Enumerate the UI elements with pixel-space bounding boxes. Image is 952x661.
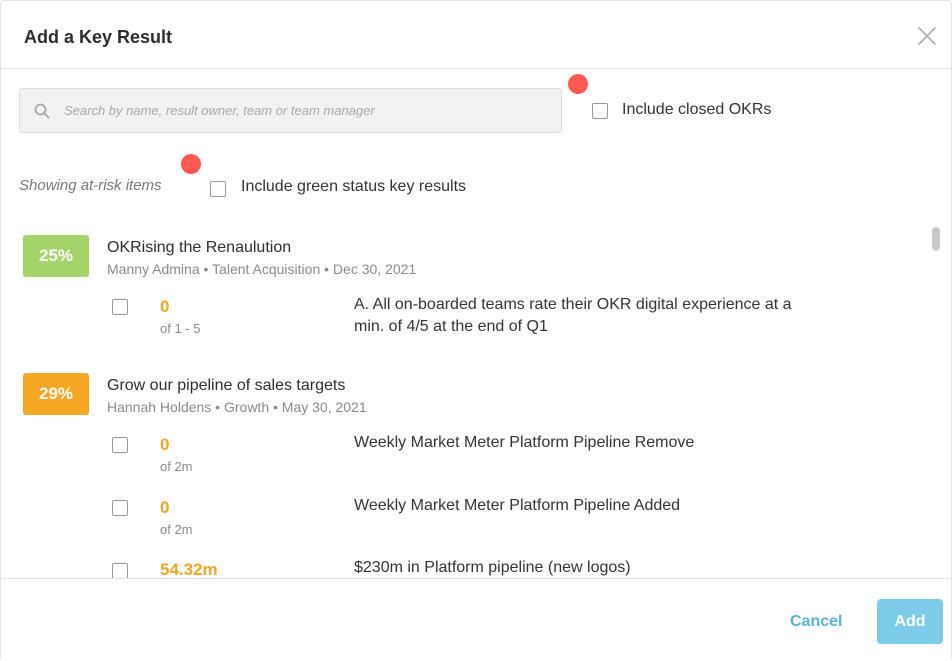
include-green-label: Include green status key results xyxy=(241,178,467,195)
objective-list: 25% OKRising the Renaulution Manny Admin… xyxy=(1,223,951,578)
key-result-name: $230m in Platform pipeline (new logos) xyxy=(354,559,631,576)
key-result-target: of 2m xyxy=(160,522,193,537)
indicator-dot xyxy=(181,154,201,174)
close-icon[interactable] xyxy=(916,25,938,47)
key-result-checkbox[interactable] xyxy=(112,437,128,453)
objective-team: Growth xyxy=(223,399,270,415)
include-closed-okrs-checkbox[interactable] xyxy=(592,103,608,119)
include-closed-okrs-label: Include closed OKRs xyxy=(622,101,772,118)
objective-date: May 30, 2021 xyxy=(281,399,367,415)
objective-owner: Hannah Holdens xyxy=(107,399,212,415)
add-button[interactable]: Add xyxy=(877,599,943,644)
key-result-name: A. All on-boarded teams rate their OKR d… xyxy=(354,296,792,335)
key-result-value: 0 xyxy=(160,498,170,517)
search-icon xyxy=(33,102,51,120)
showing-at-risk-label: Showing at-risk items xyxy=(19,177,162,194)
objective-title: Grow our pipeline of sales targets xyxy=(107,377,346,394)
objective-meta: Manny Admina • Talent Acquisition • Dec … xyxy=(107,261,417,277)
key-result-value: 54.32m xyxy=(160,560,218,578)
objective-date: Dec 30, 2021 xyxy=(332,261,417,277)
dialog-footer: Cancel Add xyxy=(1,578,951,661)
key-result-checkbox[interactable] xyxy=(112,500,128,516)
progress-badge: 25% xyxy=(23,235,89,277)
search-box xyxy=(19,88,562,133)
objective-meta: Hannah Holdens • Growth • May 30, 2021 xyxy=(107,399,367,415)
dialog-header: Add a Key Result xyxy=(1,1,951,69)
objective-title: OKRising the Renaulution xyxy=(107,239,292,256)
add-key-result-dialog: Add a Key Result Include closed OKRs Sho… xyxy=(0,0,952,661)
key-result-name: Weekly Market Meter Platform Pipeline Ad… xyxy=(354,497,681,514)
key-result-target: of 2m xyxy=(160,459,193,474)
objective-owner: Manny Admina xyxy=(107,261,200,277)
key-result-checkbox[interactable] xyxy=(112,299,128,315)
key-result-target: of 1 - 5 xyxy=(160,321,201,336)
scrollbar-track[interactable] xyxy=(928,225,942,577)
cancel-button[interactable]: Cancel xyxy=(790,613,842,631)
key-result-name: Weekly Market Meter Platform Pipeline Re… xyxy=(354,434,695,451)
search-input[interactable] xyxy=(64,89,554,132)
key-result-value: 0 xyxy=(160,435,170,454)
key-result-value: 0 xyxy=(160,297,170,316)
include-green-checkbox[interactable] xyxy=(210,181,226,197)
dialog-title: Add a Key Result xyxy=(24,27,173,47)
key-result-checkbox[interactable] xyxy=(112,563,128,578)
objective-team: Talent Acquisition xyxy=(212,261,321,277)
progress-badge: 29% xyxy=(23,373,89,415)
indicator-dot xyxy=(568,74,588,94)
scrollbar-thumb[interactable] xyxy=(932,227,940,251)
